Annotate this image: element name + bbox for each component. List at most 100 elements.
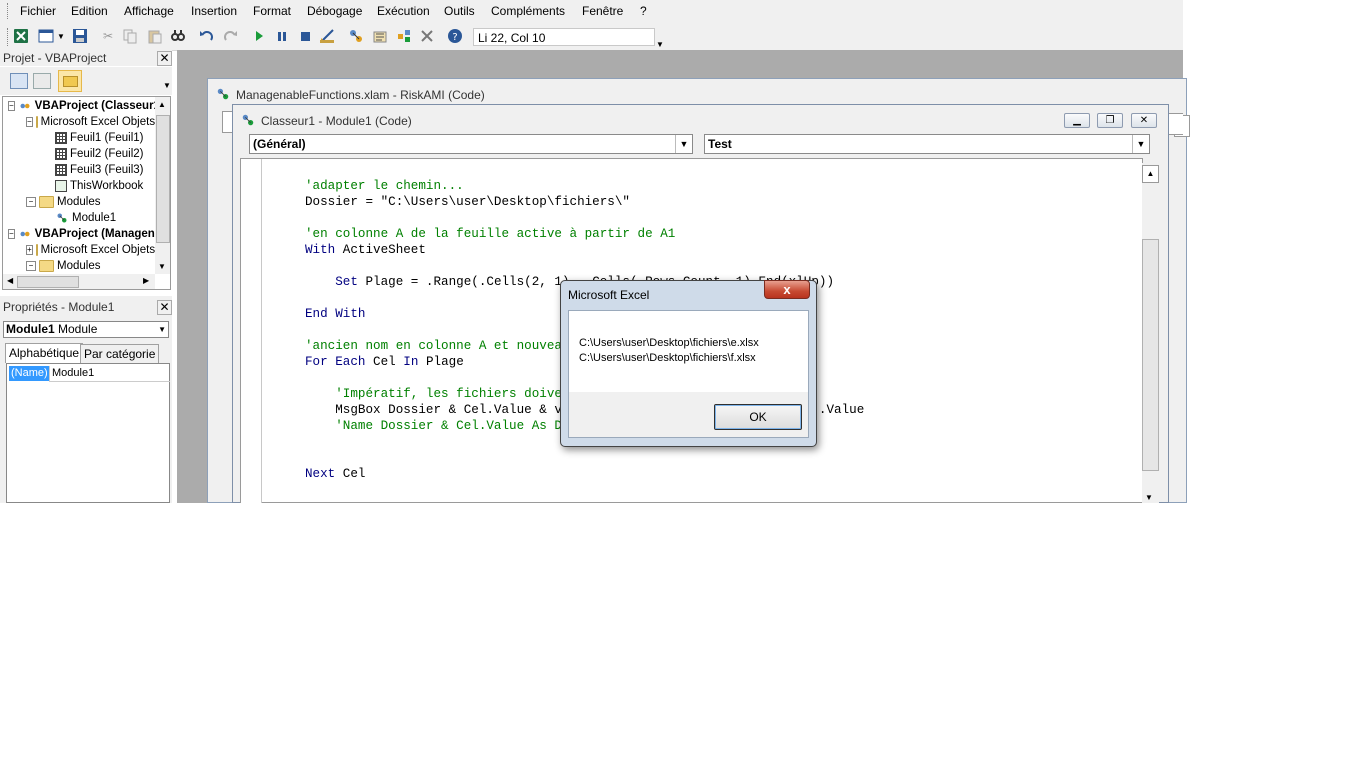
worksheet-icon (55, 148, 67, 160)
folder-icon (35, 116, 38, 128)
project-pane-title: Projet - VBAProject (0, 50, 172, 66)
tab-par-categorie[interactable]: Par catégorie (80, 344, 160, 363)
minimize-button[interactable]: ▁ (1064, 113, 1090, 128)
property-name[interactable]: (Name) (9, 366, 50, 381)
project-tree-hscrollbar[interactable]: ◀ ▶ (3, 274, 155, 289)
hscroll-thumb[interactable] (17, 276, 79, 288)
menu-affichage[interactable]: Affichage (124, 4, 174, 18)
menu-fenetre[interactable]: Fenêtre (582, 4, 623, 18)
code-line[interactable]: 'en colonne A de la feuille active à par… (305, 226, 675, 242)
run-icon[interactable] (250, 27, 268, 45)
tree-item-label: Feuil1 (Feuil1) (70, 132, 144, 144)
redo-icon[interactable] (221, 27, 239, 45)
margin-indicator-bar[interactable] (241, 159, 262, 503)
scroll-thumb[interactable] (1142, 239, 1159, 471)
code-line[interactable]: With ActiveSheet (305, 242, 426, 258)
tree-item-label: Module1 (72, 212, 117, 224)
undo-icon[interactable] (198, 27, 216, 45)
insert-userform-icon[interactable] (37, 27, 55, 45)
collapse-icon[interactable]: − (26, 261, 36, 271)
design-mode-icon[interactable] (318, 27, 336, 45)
reset-icon[interactable] (296, 27, 314, 45)
tree-item[interactable]: − Modules (26, 258, 155, 274)
collapse-icon[interactable]: − (8, 229, 15, 239)
help-icon[interactable]: ? (446, 27, 464, 45)
menu-help[interactable]: ? (640, 4, 647, 18)
view-code-icon[interactable] (10, 73, 28, 89)
menu-debogage[interactable]: Débogage (307, 4, 362, 18)
find-icon[interactable] (169, 27, 187, 45)
scroll-left-icon[interactable]: ◀ (7, 276, 13, 285)
properties-icon[interactable] (371, 27, 389, 45)
tree-item[interactable]: − VBAProject (Classeur1) (8, 98, 155, 114)
menu-outils[interactable]: Outils (444, 4, 475, 18)
object-combo[interactable]: Module1 Module ▼ (3, 321, 169, 338)
scroll-thumb[interactable] (156, 115, 170, 243)
code-line[interactable]: For Each Cel In Plage (305, 354, 464, 370)
tab-alphabetique[interactable]: Alphabétique (5, 343, 84, 363)
folder-icon (39, 196, 54, 208)
scroll-up-icon[interactable]: ▲ (1142, 165, 1159, 183)
collapse-icon[interactable]: − (26, 197, 36, 207)
property-value[interactable]: Module1 (49, 366, 170, 382)
tree-item[interactable]: Feuil2 (Feuil2) (44, 146, 155, 162)
project-pane-close-icon[interactable]: ✕ (157, 51, 172, 66)
project-explorer-icon[interactable] (347, 27, 365, 45)
excel-icon[interactable] (12, 27, 30, 45)
tree-item-label: Modules (57, 260, 101, 272)
tree-item[interactable]: − VBAProject (ManagenableFunctions) (8, 226, 155, 242)
procedure-selector[interactable]: Test ▼ (704, 134, 1150, 154)
scroll-right-icon[interactable]: ▶ (143, 276, 149, 285)
project-tree-vscrollbar[interactable]: ▲ ▼ (155, 97, 170, 274)
collapse-icon[interactable]: − (26, 117, 33, 127)
menu-complements[interactable]: Compléments (491, 4, 565, 18)
dialog-close-button[interactable]: x (764, 280, 810, 299)
code-line[interactable]: End With (305, 306, 365, 322)
copy-icon[interactable] (121, 27, 139, 45)
scroll-down-icon[interactable]: ▼ (1145, 493, 1153, 502)
object-browser-icon[interactable] (395, 27, 413, 45)
tree-item[interactable]: + Microsoft Excel Objets (26, 242, 155, 258)
toolbar-options-icon[interactable]: ▼ (656, 40, 664, 49)
tree-item[interactable]: Feuil3 (Feuil3) (44, 162, 155, 178)
code-vscrollbar[interactable]: ▲ ▼ (1142, 163, 1159, 503)
ok-button[interactable]: OK (714, 404, 802, 430)
menu-format[interactable]: Format (253, 4, 291, 18)
save-icon[interactable] (71, 27, 89, 45)
tree-item[interactable]: ThisWorkbook (44, 178, 155, 194)
toolbar-grip[interactable] (7, 28, 10, 46)
chevron-down-icon[interactable]: ▼ (56, 27, 66, 45)
object-selector[interactable]: (Général) ▼ (249, 134, 693, 154)
toggle-folders-icon[interactable] (58, 70, 82, 92)
menu-grip[interactable] (7, 3, 10, 19)
chevron-down-icon[interactable]: ▼ (158, 322, 166, 337)
pane-toolbar-options-icon[interactable]: ▼ (163, 81, 171, 90)
menu-insertion[interactable]: Insertion (191, 4, 237, 18)
tree-item-label: Modules (57, 196, 101, 208)
view-object-icon[interactable] (33, 73, 51, 89)
chevron-down-icon[interactable]: ▼ (675, 135, 692, 153)
tree-item[interactable]: Module1 (44, 210, 155, 226)
expand-icon[interactable]: + (26, 245, 33, 255)
paste-icon[interactable] (146, 27, 164, 45)
close-button[interactable]: ✕ (1131, 113, 1157, 128)
code-line[interactable]: 'adapter le chemin... (305, 178, 464, 194)
menu-edition[interactable]: Edition (71, 4, 108, 18)
code-line[interactable]: Next Cel (305, 466, 365, 482)
tree-item[interactable]: − Microsoft Excel Objets (26, 114, 155, 130)
restore-button[interactable]: ❐ (1097, 113, 1123, 128)
chevron-down-icon[interactable]: ▼ (1132, 135, 1149, 153)
tree-item[interactable]: Feuil1 (Feuil1) (44, 130, 155, 146)
properties-pane-close-icon[interactable]: ✕ (157, 300, 172, 315)
toolbox-icon[interactable] (418, 27, 436, 45)
break-icon[interactable] (273, 27, 291, 45)
scroll-up-icon[interactable]: ▲ (158, 100, 166, 109)
module-icon (216, 87, 230, 101)
menu-execution[interactable]: Exécution (377, 4, 430, 18)
tree-item[interactable]: − Modules (26, 194, 155, 210)
menu-fichier[interactable]: Fichier (20, 4, 56, 18)
cut-icon[interactable]: ✂ (99, 27, 117, 45)
code-line[interactable]: Dossier = "C:\Users\user\Desktop\fichier… (305, 194, 630, 210)
collapse-icon[interactable]: − (8, 101, 15, 111)
scroll-down-icon[interactable]: ▼ (158, 262, 166, 271)
